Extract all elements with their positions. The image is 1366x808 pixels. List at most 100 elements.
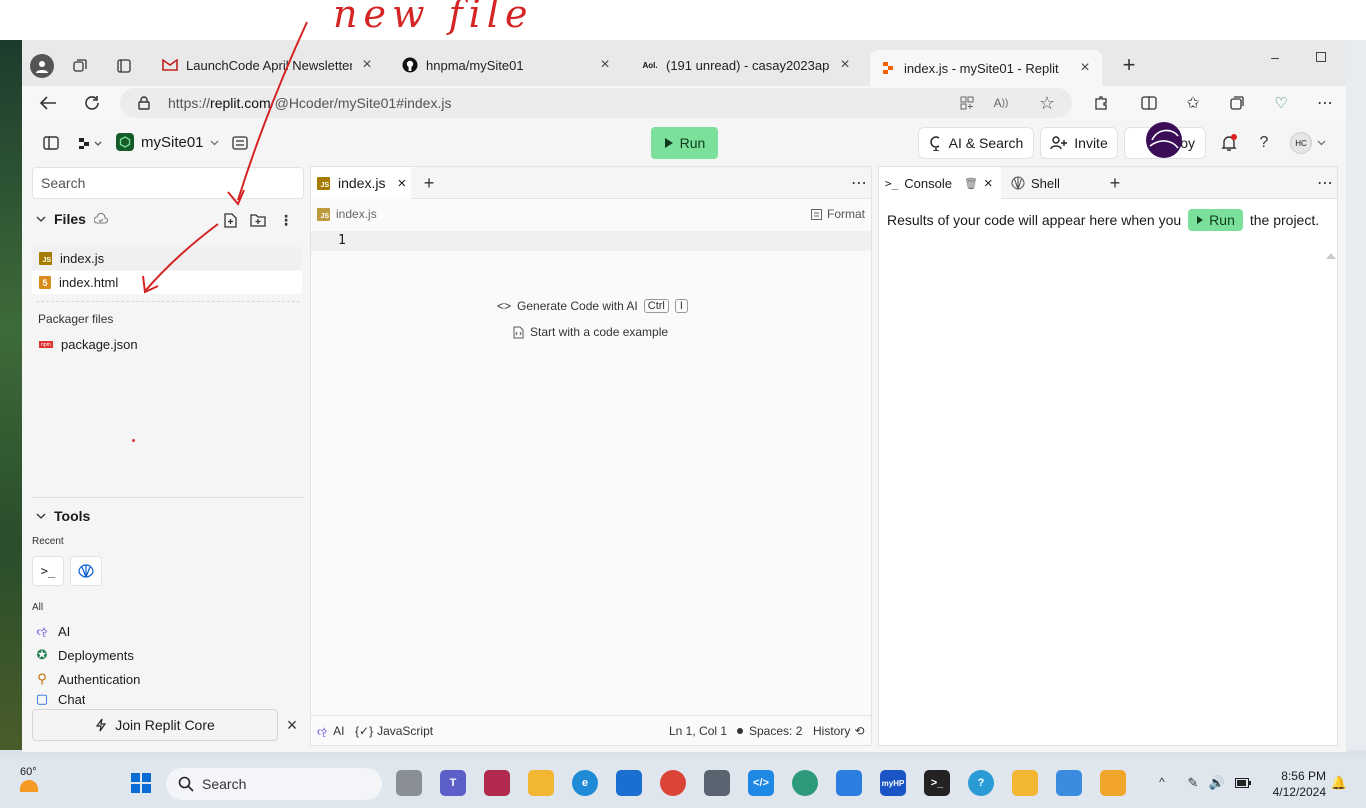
status-cursor-position[interactable]: Ln 1, Col 1 (669, 724, 727, 738)
notepad-icon[interactable] (616, 770, 642, 796)
battery-icon[interactable] (1234, 774, 1252, 792)
code-example-link[interactable]: Start with a code example (513, 325, 668, 339)
browser-tab-aol[interactable]: Aol. (191 unread) - casay2023apr@ac × (632, 50, 862, 80)
file-item-index-html[interactable]: 5 index.html (32, 271, 302, 294)
browser-essentials-icon[interactable]: ♡ (1272, 94, 1290, 112)
invite-button[interactable]: Invite (1040, 127, 1118, 159)
generate-code-ai-link[interactable]: <> Generate Code with AI Ctrl I (497, 299, 688, 313)
clock[interactable]: 8:56 PM 4/12/2024 (1262, 768, 1326, 800)
close-icon[interactable]: × (598, 56, 612, 74)
teams-icon[interactable]: T (440, 770, 466, 796)
new-folder-icon[interactable] (250, 212, 266, 228)
files-more-icon[interactable]: ⋮ (278, 212, 294, 228)
favorites-icon[interactable]: ✩ (1184, 94, 1202, 112)
workspaces-icon[interactable] (70, 56, 90, 76)
close-icon[interactable]: × (984, 175, 993, 192)
new-file-icon[interactable] (222, 212, 238, 228)
editor-tab-index-js[interactable]: JS index.js × (311, 167, 411, 199)
breadcrumb[interactable]: JS index.js (317, 207, 377, 221)
recent-shell-tool[interactable] (70, 556, 102, 586)
close-icon[interactable]: × (284, 715, 300, 735)
collections-icon[interactable] (1228, 94, 1246, 112)
inline-run-button[interactable]: Run (1188, 209, 1243, 231)
folder-icon[interactable] (1012, 770, 1038, 796)
volume-icon[interactable]: 🔊 (1208, 774, 1226, 792)
close-icon[interactable]: × (838, 56, 852, 74)
pane-more-icon[interactable]: ⋯ (849, 173, 869, 193)
task-view-icon[interactable] (396, 770, 422, 796)
recent-console-tool[interactable]: >_ (32, 556, 64, 586)
taskbar-search[interactable]: Search (166, 768, 382, 800)
browser-tab-gmail[interactable]: LaunchCode April Newsletter - c × (152, 50, 384, 80)
history-button[interactable]: History ⟲ (813, 724, 864, 738)
split-screen-icon[interactable] (1140, 94, 1158, 112)
files-header[interactable]: Files (36, 211, 108, 227)
add-tab-icon[interactable]: + (419, 173, 439, 193)
close-icon[interactable]: × (397, 175, 406, 192)
file-item-package-json[interactable]: npm package.json (32, 333, 302, 356)
favorite-star-icon[interactable]: ☆ (1038, 93, 1056, 113)
address-bar[interactable]: https://replit.com/@Hcoder/mySite01#inde… (120, 88, 1072, 118)
terminal-app-icon[interactable]: >_ (924, 770, 950, 796)
photos-icon[interactable] (1056, 770, 1082, 796)
join-core-button[interactable]: Join Replit Core (32, 709, 278, 741)
get-help-icon[interactable]: ? (968, 770, 994, 796)
browser-tab-replit[interactable]: index.js - mySite01 - Replit × (870, 50, 1102, 86)
app-available-icon[interactable] (958, 94, 976, 112)
search-input[interactable]: Search (32, 167, 304, 199)
run-button[interactable]: Run (651, 127, 718, 159)
tools-header[interactable]: Tools (36, 508, 90, 524)
new-tab-icon[interactable]: + (1118, 52, 1140, 77)
status-ai[interactable]: ૡ AI (317, 724, 344, 739)
more-menu-icon[interactable]: ⋯ (1316, 94, 1334, 112)
close-icon[interactable]: × (360, 56, 374, 74)
refresh-icon[interactable] (80, 91, 104, 115)
tool-deployments[interactable]: ✪ Deployments (34, 644, 134, 666)
scroll-up-arrow[interactable] (1326, 253, 1336, 259)
help-icon[interactable]: ? (1254, 133, 1274, 153)
read-aloud-icon[interactable]: A)) (990, 94, 1012, 112)
chrome-icon[interactable] (660, 770, 686, 796)
back-icon[interactable] (36, 91, 60, 115)
repl-name-dropdown[interactable]: mySite01 (141, 134, 219, 151)
tool-authentication[interactable]: ⚲ Authentication (34, 668, 140, 690)
sidebar-toggle-icon[interactable] (42, 134, 60, 152)
notifications-icon[interactable] (1220, 134, 1238, 152)
status-language[interactable]: {✓} JavaScript (355, 724, 433, 738)
start-icon[interactable] (128, 770, 154, 796)
store-icon[interactable] (836, 770, 862, 796)
tab-shell[interactable]: Shell (1007, 167, 1097, 199)
status-spaces[interactable]: Spaces: 2 (737, 724, 802, 738)
camera-icon[interactable] (704, 770, 730, 796)
deploy-button[interactable]: loy (1124, 127, 1206, 159)
trash-icon[interactable]: 🗑 (964, 177, 978, 190)
weather-widget[interactable]: 60° (20, 766, 38, 792)
file-explorer-icon[interactable] (528, 770, 554, 796)
git-icon[interactable] (1100, 770, 1126, 796)
edge-icon[interactable]: e (572, 770, 598, 796)
extensions-icon[interactable] (1092, 94, 1110, 112)
browser-tab-github[interactable]: hnpma/mySite01 × (392, 50, 622, 80)
tab-console[interactable]: >_ Console 🗑 × (879, 167, 1001, 199)
add-tab-icon[interactable]: + (1105, 173, 1125, 193)
tab-actions-icon[interactable] (114, 56, 134, 76)
tool-ai[interactable]: ૡ AI (34, 620, 71, 642)
vscode-icon[interactable]: </> (748, 770, 774, 796)
pane-more-icon[interactable]: ⋯ (1315, 173, 1335, 193)
active-line[interactable]: 1 (311, 231, 871, 251)
chevron-up-icon[interactable]: ^ (1154, 774, 1170, 790)
minimize-icon[interactable]: – (1266, 48, 1284, 66)
ai-search-button[interactable]: AI & Search (918, 127, 1034, 159)
replit-menu-icon[interactable] (76, 134, 104, 152)
repl-info-icon[interactable] (230, 133, 250, 153)
pen-icon[interactable]: ✎ (1184, 774, 1202, 792)
maps-icon[interactable] (792, 770, 818, 796)
snipping-tool-icon[interactable] (484, 770, 510, 796)
tool-chat[interactable]: ▢ Chat (34, 692, 86, 706)
file-item-index-js[interactable]: JS index.js (32, 247, 302, 270)
maximize-icon[interactable] (1312, 48, 1330, 66)
profile-icon[interactable] (30, 54, 54, 78)
myhp-icon[interactable]: myHP (880, 770, 906, 796)
close-icon[interactable]: × (1078, 59, 1092, 77)
format-button[interactable]: Format (811, 207, 865, 221)
